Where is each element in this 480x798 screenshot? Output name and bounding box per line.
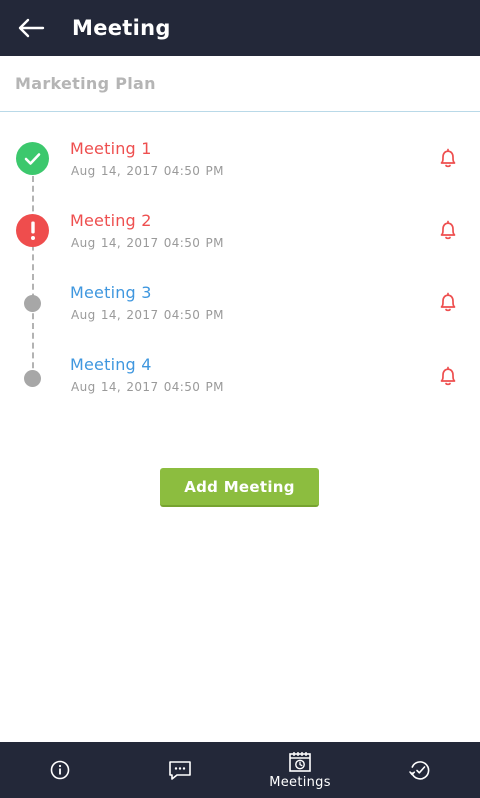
meeting-item[interactable]: Meeting 2 Aug 14, 2017 04:50 PM [0,204,480,276]
meeting-title: Meeting 4 [70,355,152,374]
meeting-item[interactable]: Meeting 1 Aug 14, 2017 04:50 PM [0,132,480,204]
check-icon [24,152,41,165]
meeting-time: 04:50 PM [163,236,224,250]
meeting-item[interactable]: Meeting 3 Aug 14, 2017 04:50 PM [0,276,480,348]
meeting-time: 04:50 PM [163,308,224,322]
meeting-date: Aug 14, 2017 [71,236,159,250]
meeting-datetime: Aug 14, 2017 04:50 PM [71,236,224,250]
exclamation-icon [30,221,35,240]
nav-info[interactable] [0,742,120,798]
meetings-calendar-icon [289,751,311,772]
reminder-button[interactable] [436,364,460,388]
info-icon [50,760,70,780]
meeting-date: Aug 14, 2017 [71,308,159,322]
history-icon [409,761,430,780]
bell-icon [440,220,456,240]
bell-icon [440,292,456,312]
bottom-nav: Meetings [0,742,480,798]
app-header: Meeting [0,0,480,56]
status-done [16,142,49,175]
bell-icon [440,366,456,386]
meeting-datetime: Aug 14, 2017 04:50 PM [71,164,224,178]
meeting-title: Meeting 3 [70,283,152,302]
meeting-time: 04:50 PM [163,164,224,178]
bell-icon [440,148,456,168]
reminder-button[interactable] [436,290,460,314]
status-alert [16,214,49,247]
nav-meetings[interactable]: Meetings [240,742,360,798]
status-pending [24,370,41,387]
add-meeting-button[interactable]: Add Meeting [160,468,319,507]
meeting-title: Meeting 1 [70,139,152,158]
reminder-button[interactable] [436,146,460,170]
meeting-time: 04:50 PM [163,380,224,394]
meeting-date: Aug 14, 2017 [71,164,159,178]
back-button[interactable] [3,0,59,56]
meeting-item[interactable]: Meeting 4 Aug 14, 2017 04:50 PM [0,348,480,420]
plan-bar: Marketing Plan [0,56,480,112]
reminder-button[interactable] [436,218,460,242]
nav-meetings-label: Meetings [269,774,331,790]
page-title: Meeting [72,16,171,40]
nav-history[interactable] [360,742,480,798]
meeting-datetime: Aug 14, 2017 04:50 PM [71,380,224,394]
status-pending [24,295,41,312]
plan-name: Marketing Plan [15,74,156,93]
meeting-date: Aug 14, 2017 [71,380,159,394]
chat-icon [169,761,191,780]
arrow-left-icon [18,18,45,38]
nav-chat[interactable] [120,742,240,798]
meeting-title: Meeting 2 [70,211,152,230]
meeting-datetime: Aug 14, 2017 04:50 PM [71,308,224,322]
